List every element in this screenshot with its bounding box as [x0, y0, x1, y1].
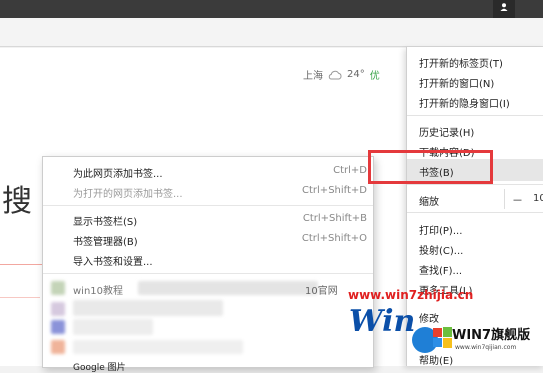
blurred-region — [138, 281, 318, 295]
menu-separator — [43, 273, 373, 274]
menu-separator — [43, 205, 373, 206]
weather-widget[interactable]: 上海 24° 优 — [303, 67, 380, 82]
blurred-region — [73, 340, 243, 354]
cloud-icon — [328, 70, 342, 79]
favicon — [51, 340, 65, 354]
bookmark-open-pages[interactable]: 为打开的网页添加书签... — [73, 185, 183, 200]
bookmark-this-page[interactable]: 为此网页添加书签... — [73, 165, 163, 180]
bookmark-manager[interactable]: 书签管理器(B) — [73, 233, 138, 248]
watermark-url: www.win7zhijia.cn — [348, 288, 474, 302]
weather-city: 上海 — [303, 71, 323, 82]
blurred-region — [73, 319, 153, 335]
menu-separator — [407, 184, 543, 185]
watermark-brand-url: www.win7qijian.com — [455, 344, 517, 351]
window-titlebar — [0, 0, 543, 18]
menu-separator — [407, 212, 543, 213]
menu-new-window[interactable]: 打开新的窗口(N) — [419, 75, 494, 90]
favicon — [51, 281, 65, 295]
zoom-out-button[interactable]: － — [512, 192, 523, 208]
weather-temperature: 24° — [347, 69, 365, 80]
annotation-highlight — [368, 150, 493, 184]
search-heading: 搜 — [2, 184, 33, 219]
blurred-region — [73, 300, 223, 316]
bookmark-item[interactable]: win10教程 — [73, 282, 123, 297]
menu-new-incognito-window[interactable]: 打开新的隐身窗口(I) — [419, 95, 510, 110]
menu-new-tab[interactable]: 打开新的标签页(T) — [419, 55, 503, 70]
shortcut-label: Ctrl+Shift+D — [302, 185, 367, 196]
menu-cast[interactable]: 投射(C)... — [419, 242, 463, 257]
air-quality: 优 — [369, 71, 380, 82]
divider — [0, 264, 46, 265]
bookmarks-submenu: 为此网页添加书签... Ctrl+D 为打开的网页添加书签... Ctrl+Sh… — [42, 156, 374, 373]
shortcut-label: Ctrl+D — [333, 165, 367, 176]
browser-toolbar — [0, 18, 543, 47]
menu-print[interactable]: 打印(P)... — [419, 222, 462, 237]
divider — [0, 297, 40, 298]
bookmark-item-suffix: 10官网 — [305, 286, 338, 297]
menu-history[interactable]: 历史记录(H) — [419, 124, 474, 139]
shortcut-label: Ctrl+Shift+B — [302, 213, 367, 224]
bookmark-google-images[interactable]: Google 图片 — [73, 360, 126, 373]
menu-zoom: 缩放 — [419, 197, 439, 208]
show-bookmarks-bar[interactable]: 显示书签栏(S) — [73, 213, 137, 228]
profile-button[interactable] — [493, 0, 515, 18]
import-bookmarks[interactable]: 导入书签和设置... — [73, 253, 153, 268]
person-icon — [500, 3, 508, 11]
shortcut-label: Ctrl+Shift+O — [301, 233, 367, 244]
favicon — [51, 302, 65, 316]
zoom-level: 10 — [533, 193, 543, 204]
menu-separator — [407, 115, 543, 116]
watermark-brand: WIN7旗舰版 — [452, 328, 531, 343]
favicon — [51, 320, 65, 334]
menu-find[interactable]: 查找(F)... — [419, 262, 462, 277]
